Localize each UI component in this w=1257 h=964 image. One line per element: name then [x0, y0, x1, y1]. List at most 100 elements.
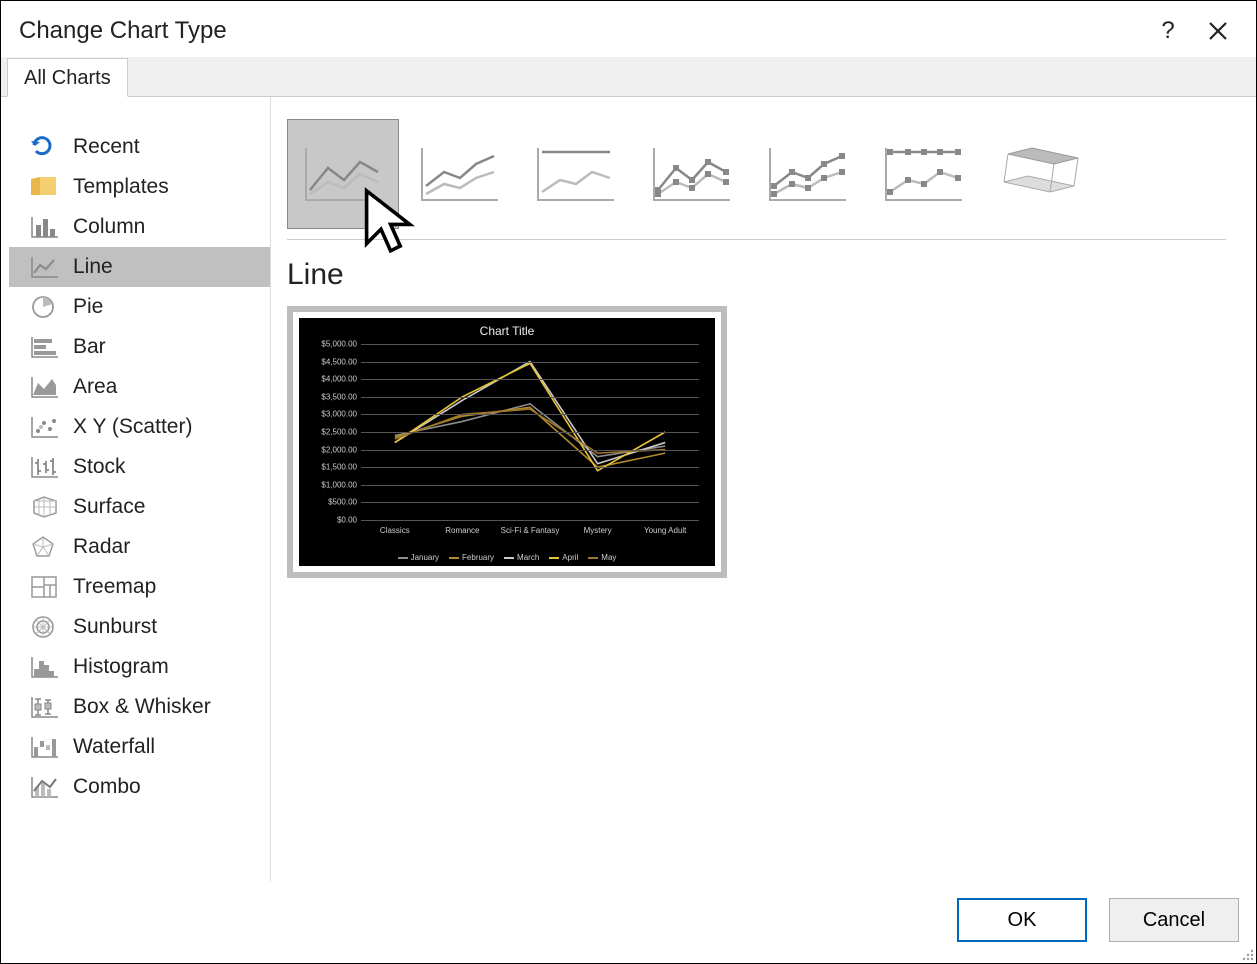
gridline: $3,500.00 [361, 397, 699, 398]
x-tick-label: Classics [380, 526, 410, 535]
subtype-stacked-line-markers[interactable] [751, 119, 863, 229]
area-icon [29, 375, 59, 399]
category-item-boxwhisker[interactable]: Box & Whisker [9, 687, 270, 727]
y-tick-label: $5,000.00 [321, 340, 357, 349]
close-icon [1208, 21, 1228, 41]
category-label: Sunburst [73, 615, 157, 639]
pie-icon [29, 295, 59, 319]
category-label: Line [73, 255, 113, 279]
chart-preview[interactable]: Chart Title $0.00 $500.00 $1,000.00 $1,500.… [287, 306, 727, 578]
100-stacked-line-icon [530, 138, 620, 210]
category-item-pie[interactable]: Pie [9, 287, 270, 327]
templates-icon [29, 175, 59, 199]
category-item-column[interactable]: Column [9, 207, 270, 247]
subtype-100-stacked-line-markers[interactable] [867, 119, 979, 229]
gridline: $4,000.00 [361, 379, 699, 380]
category-item-templates[interactable]: Templates [9, 167, 270, 207]
category-item-scatter[interactable]: X Y (Scatter) [9, 407, 270, 447]
category-label: Bar [73, 335, 106, 359]
category-label: Pie [73, 295, 103, 319]
y-tick-label: $1,500.00 [321, 463, 357, 472]
dialog-footer: OK Cancel [957, 898, 1239, 942]
help-button[interactable]: ? [1148, 11, 1188, 51]
y-tick-label: $2,000.00 [321, 445, 357, 454]
category-label: Histogram [73, 655, 169, 679]
main-panel: Line Chart Title $0.00 $500.00 $1,000.00 $1… [271, 97, 1256, 881]
category-item-area[interactable]: Area [9, 367, 270, 407]
category-label: Recent [73, 135, 140, 159]
subtype-100-stacked-line[interactable] [519, 119, 631, 229]
category-item-stock[interactable]: Stock [9, 447, 270, 487]
combo-icon [29, 775, 59, 799]
resize-grip-icon[interactable] [1238, 945, 1254, 961]
line-icon [29, 255, 59, 279]
category-label: Surface [73, 495, 145, 519]
category-label: Box & Whisker [73, 695, 211, 719]
legend-item: May [588, 553, 616, 562]
y-tick-label: $3,500.00 [321, 392, 357, 401]
subtype-stacked-line[interactable] [403, 119, 515, 229]
stacked-line-icon [414, 138, 504, 210]
gridline: $5,000.00 [361, 344, 699, 345]
y-tick-label: $500.00 [328, 498, 357, 507]
stacked-line-markers-icon [762, 138, 852, 210]
category-item-histogram[interactable]: Histogram [9, 647, 270, 687]
category-label: Area [73, 375, 117, 399]
category-item-combo[interactable]: Combo [9, 767, 270, 807]
x-tick-label: Romance [445, 526, 479, 535]
stock-icon [29, 455, 59, 479]
category-item-waterfall[interactable]: Waterfall [9, 727, 270, 767]
surface-icon [29, 495, 59, 519]
histogram-icon [29, 655, 59, 679]
subtype-heading: Line [287, 258, 1226, 292]
legend-item: February [449, 553, 494, 562]
sunburst-icon [29, 615, 59, 639]
category-label: Templates [73, 175, 169, 199]
x-tick-label: Mystery [584, 526, 612, 535]
category-label: Combo [73, 775, 141, 799]
recent-icon [29, 135, 59, 159]
subtype-line[interactable] [287, 119, 399, 229]
3d-line-icon [994, 138, 1084, 210]
category-label: X Y (Scatter) [73, 415, 192, 439]
category-label: Column [73, 215, 145, 239]
tab-all-charts[interactable]: All Charts [7, 58, 128, 97]
scatter-icon [29, 415, 59, 439]
category-item-radar[interactable]: Radar [9, 527, 270, 567]
y-tick-label: $2,500.00 [321, 428, 357, 437]
legend-item: March [504, 553, 539, 562]
close-button[interactable] [1198, 11, 1238, 51]
y-tick-label: $0.00 [337, 516, 357, 525]
ok-button[interactable]: OK [957, 898, 1087, 942]
chart-title: Chart Title [299, 318, 715, 338]
subtype-row [287, 119, 1226, 240]
100-stacked-line-markers-icon [878, 138, 968, 210]
category-item-bar[interactable]: Bar [9, 327, 270, 367]
legend-item: April [549, 553, 578, 562]
subtype-3d-line[interactable] [983, 119, 1095, 229]
series-line [395, 362, 665, 464]
subtype-line-markers[interactable] [635, 119, 747, 229]
gridline: $2,000.00 [361, 450, 699, 451]
line-icon [298, 138, 388, 210]
category-label: Radar [73, 535, 130, 559]
category-item-recent[interactable]: Recent [9, 127, 270, 167]
tab-strip: All Charts [1, 57, 1256, 97]
y-tick-label: $3,000.00 [321, 410, 357, 419]
category-item-line[interactable]: Line [9, 247, 270, 287]
gridline: $4,500.00 [361, 362, 699, 363]
category-label: Waterfall [73, 735, 155, 759]
category-label: Stock [73, 455, 126, 479]
category-sidebar: Recent Templates Column Line Pie Bar Area X Y (… [9, 97, 271, 881]
waterfall-icon [29, 735, 59, 759]
gridline: $1,000.00 [361, 485, 699, 486]
treemap-icon [29, 575, 59, 599]
category-item-treemap[interactable]: Treemap [9, 567, 270, 607]
category-item-surface[interactable]: Surface [9, 487, 270, 527]
category-item-sunburst[interactable]: Sunburst [9, 607, 270, 647]
x-tick-label: Sci-Fi & Fantasy [501, 526, 560, 535]
y-tick-label: $4,000.00 [321, 375, 357, 384]
chart-legend: JanuaryFebruaryMarchAprilMay [299, 553, 715, 562]
cancel-button[interactable]: Cancel [1109, 898, 1239, 942]
gridline: $1,500.00 [361, 467, 699, 468]
